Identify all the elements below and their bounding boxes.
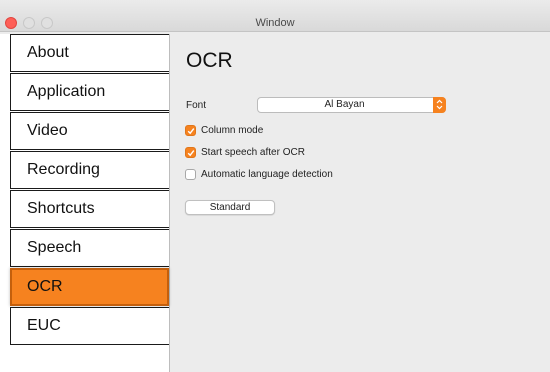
sidebar-item-euc[interactable]: EUC xyxy=(10,307,169,345)
sidebar-item-ocr[interactable]: OCR xyxy=(10,268,169,306)
sidebar-item-recording[interactable]: Recording xyxy=(10,151,169,189)
select-arrows-icon xyxy=(433,97,446,113)
column-mode-option[interactable]: Column mode xyxy=(185,123,263,137)
start-speech-option[interactable]: Start speech after OCR xyxy=(185,145,305,159)
start-speech-label: Start speech after OCR xyxy=(201,146,305,158)
start-speech-checkbox[interactable] xyxy=(185,146,196,158)
sidebar-item-application[interactable]: Application xyxy=(10,73,169,111)
preferences-window: Window About Application Video Recording… xyxy=(0,0,550,372)
sidebar-item-speech[interactable]: Speech xyxy=(10,229,169,267)
language-detection-label: Automatic language detection xyxy=(201,168,333,180)
column-mode-label: Column mode xyxy=(201,124,264,136)
title-bar[interactable]: Window xyxy=(0,0,550,32)
page-title: OCR xyxy=(186,49,233,72)
language-detection-checkbox[interactable] xyxy=(185,168,196,180)
font-select-value: Al Bayan xyxy=(324,99,365,110)
column-mode-checkbox[interactable] xyxy=(185,124,196,136)
standard-button[interactable]: Standard xyxy=(185,200,275,215)
language-detection-option[interactable]: Automatic language detection xyxy=(185,167,333,181)
font-label: Font xyxy=(186,100,207,111)
font-select[interactable]: Al Bayan xyxy=(257,97,446,113)
sidebar-item-video[interactable]: Video xyxy=(10,112,169,150)
window-title: Window xyxy=(255,17,295,29)
sidebar: About Application Video Recording Shortc… xyxy=(0,34,170,372)
sidebar-item-about[interactable]: About xyxy=(10,34,169,72)
sidebar-item-shortcuts[interactable]: Shortcuts xyxy=(10,190,169,228)
content-pane: OCR Font Al Bayan Column mode Start spee… xyxy=(171,34,550,372)
